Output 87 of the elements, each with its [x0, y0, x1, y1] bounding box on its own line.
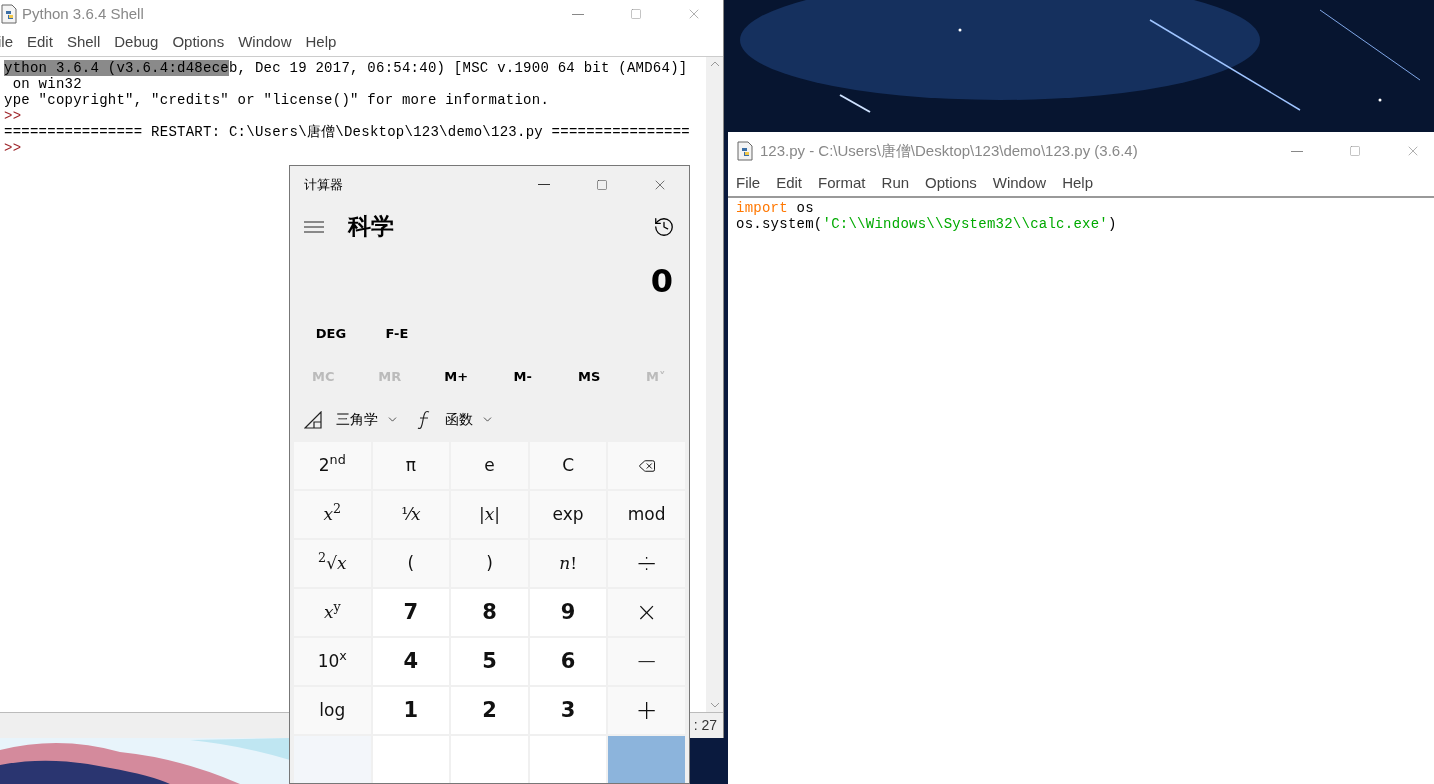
menu-icon[interactable] [304, 219, 324, 234]
calculator-key[interactable] [372, 736, 450, 783]
shell-prompt: >> [4, 108, 22, 124]
function-icon [417, 409, 431, 430]
memory-button[interactable]: M+ [423, 356, 490, 398]
calculator-key[interactable]: 6 [529, 638, 607, 685]
calculator-key[interactable]: x$^{y}$ [294, 589, 371, 636]
scroll-down-icon[interactable] [709, 702, 720, 708]
calculator-key[interactable]: e [451, 442, 528, 489]
scroll-up-icon[interactable] [709, 61, 720, 67]
calculator-key[interactable]: 10$^{x}$ [294, 638, 371, 685]
code-token: ) [1108, 216, 1117, 232]
scrollbar[interactable] [706, 57, 723, 712]
calculator-key[interactable] [451, 736, 528, 783]
window-title: Python 3.6.4 Shell [22, 3, 144, 24]
menu-item[interactable]: Options [172, 30, 225, 54]
selected-text: ython 3.6.4 (v3.6.4:d48ece [4, 60, 229, 76]
menu-item[interactable]: Window [992, 171, 1047, 195]
calculator-key[interactable]: ¹⁄x [372, 491, 450, 538]
calculator-key[interactable]: x$^{2}$ [294, 491, 371, 538]
menu-item[interactable]: Edit [27, 30, 53, 54]
calculator-key[interactable] [294, 736, 371, 783]
menu-item[interactable]: Help [305, 30, 337, 54]
calculator-key[interactable]: $^{2}$√x [294, 540, 371, 587]
minimize-icon [572, 13, 584, 15]
equals-key[interactable] [608, 736, 685, 783]
calculator-key[interactable]: ÷ [608, 540, 685, 587]
maximize-icon [1349, 145, 1361, 157]
calculator-key[interactable]: 7 [372, 589, 450, 636]
maximize-icon [596, 178, 608, 191]
code-token: 'C:\\Windows\\System32\\calc.exe' [822, 216, 1108, 232]
calculator-key[interactable]: − [608, 638, 685, 685]
status-text: : 27 [693, 716, 717, 735]
menu-item[interactable]: Edit [776, 171, 803, 195]
calculator-key[interactable]: 1 [372, 687, 450, 734]
window-title: 123.py - C:\Users\唐僧\Desktop\123\demo\123.py (3.6.4) [760, 140, 1138, 161]
shell-output: on win32 [11, 76, 82, 92]
memory-button[interactable]: M- [489, 356, 556, 398]
calculator-key[interactable] [608, 442, 685, 489]
calculator-key[interactable]: + [608, 687, 685, 734]
mode-button[interactable]: DEG [298, 315, 364, 352]
calculator-key[interactable]: C [529, 442, 607, 489]
code-token: os [795, 200, 814, 216]
python-file-icon [736, 141, 754, 161]
menu-item[interactable]: Options [925, 171, 977, 195]
calculator-key[interactable]: 8 [451, 589, 528, 636]
menu-item[interactable]: Run [881, 171, 910, 195]
dropdown-button[interactable]: 函数 [417, 409, 494, 431]
memory-button[interactable]: MS [556, 356, 623, 398]
calculator-key[interactable]: 2$^{nd}$ [294, 442, 371, 489]
shell-prompt: >> [4, 140, 22, 156]
display-value: 0 [650, 260, 673, 302]
maximize-icon [630, 8, 642, 20]
calculator-key[interactable]: ( [372, 540, 450, 587]
calculator-key[interactable]: |x| [451, 491, 528, 538]
calculator-key[interactable]: 2 [451, 687, 528, 734]
calculator-key[interactable]: × [608, 589, 685, 636]
menu-item[interactable]: Debug [114, 30, 159, 54]
calculator-key[interactable]: mod [608, 491, 685, 538]
minimize-icon [1291, 150, 1303, 152]
calculator-key[interactable]: 9 [529, 589, 607, 636]
mode-button[interactable]: F-E [364, 315, 430, 352]
calculator-key[interactable]: 5 [451, 638, 528, 685]
code-token: os.system( [736, 216, 823, 232]
minimize-icon [538, 184, 550, 186]
mode-title: 科学 [348, 212, 394, 242]
window-title: 计算器 [304, 175, 343, 194]
menu-item[interactable]: Shell [66, 30, 101, 54]
menu-item[interactable]: Help [1062, 171, 1093, 195]
calculator-key[interactable]: ) [451, 540, 528, 587]
calculator-key[interactable]: π [372, 442, 450, 489]
calculator-key[interactable]: 4 [372, 638, 450, 685]
calculator-key[interactable]: log [294, 687, 371, 734]
menu-item[interactable]: File [736, 171, 761, 195]
menu-item[interactable]: Window [238, 30, 292, 54]
calculator-key[interactable] [529, 736, 607, 783]
shell-output: b, Dec 19 2017, 06:54:40) [MSC v.1900 64 bit (AMD64)] [228, 60, 688, 76]
history-icon[interactable] [653, 215, 675, 238]
dropdown-button[interactable]: 三角学 [304, 409, 399, 431]
shell-output: ================ RESTART: C:\Users\唐僧\Desktop\123\demo\123.py ================ [4, 124, 690, 140]
calculator-key[interactable]: n! [529, 540, 607, 587]
triangle-ruler-icon [304, 410, 322, 429]
calculator-key[interactable]: 3 [529, 687, 607, 734]
shell-output: ype "copyright", "credits" or "license()" for more information. [4, 92, 550, 108]
code-token: import [736, 200, 788, 216]
menu-item[interactable]: Format [818, 171, 866, 195]
calculator-key[interactable]: exp [529, 491, 607, 538]
